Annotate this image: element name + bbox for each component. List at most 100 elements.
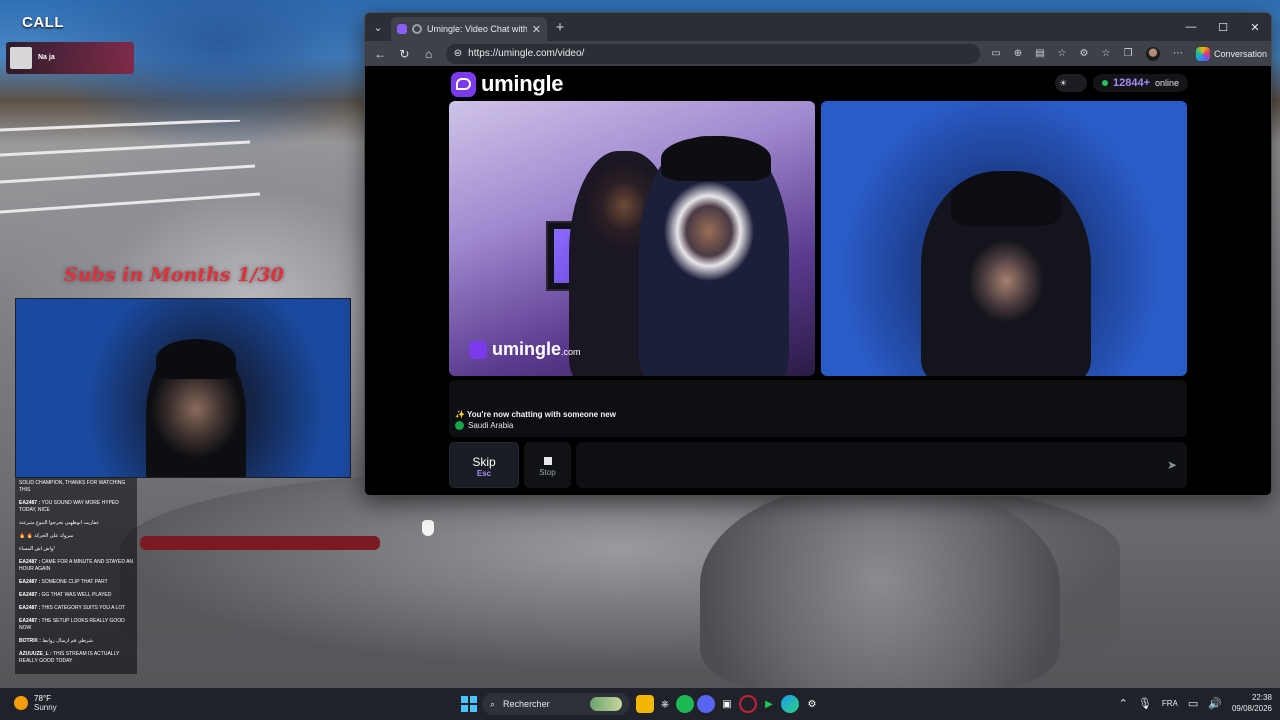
favorites-bar-icon[interactable]: ☆ (1096, 44, 1116, 64)
extensions-icon[interactable]: ⚙ (1074, 44, 1094, 64)
send-icon[interactable]: ➤ (1167, 458, 1177, 472)
refresh-icon[interactable]: ↻ (393, 43, 415, 65)
address-bar[interactable]: ⊜ https://umingle.com/video/ (445, 43, 980, 64)
back-arrow-icon[interactable]: ← (369, 43, 391, 65)
stream-title: CALL (22, 14, 64, 31)
chat-message: SOLID CHAMPION, THANKS FOR WATCHING THIS (19, 480, 126, 493)
copilot-conversation-button[interactable]: Conversation (1195, 46, 1267, 61)
url-text: https://umingle.com/video/ (468, 48, 585, 59)
skip-shortcut: Esc (476, 469, 492, 478)
self-cap (951, 171, 1061, 226)
streamer-cap (156, 339, 236, 379)
microphone-icon[interactable]: 🎙 (1138, 697, 1152, 710)
stop-button[interactable]: Stop (524, 442, 571, 488)
network-icon[interactable]: ▭ (1188, 697, 1198, 710)
stranger-video: umingle.com (449, 101, 815, 376)
copilot-icon (1195, 46, 1210, 61)
language-indicator[interactable]: FRA (1162, 699, 1178, 708)
reader-icon[interactable]: ▤ (1030, 44, 1050, 64)
play-app-icon[interactable]: ▶ (760, 695, 778, 713)
tab-close-icon[interactable]: ✕ (532, 23, 541, 36)
alert-thumbnail (10, 47, 32, 69)
start-windows-icon[interactable] (461, 696, 477, 712)
tab-list-chevron-icon[interactable]: ⌄ (365, 13, 391, 41)
chat-bubble-icon (451, 71, 476, 97)
weather-temperature: 78°F (34, 694, 51, 703)
chat-status-box: ✨ You're now chatting with someone new S… (449, 380, 1187, 437)
clock[interactable]: 22:38 09/08/2026 (1232, 692, 1272, 714)
camera-icon[interactable]: ▭ (986, 44, 1006, 64)
browser-window: ⌄ Umingle: Video Chat with Stra ✕ + — ☐ … (364, 12, 1272, 496)
tab-audio-icon (412, 24, 422, 34)
streamer-webcam (15, 298, 351, 478)
system-tray: ⌃ 🎙 FRA ▭ 🔊 22:38 09/08/2026 (1119, 692, 1272, 714)
close-window-button[interactable]: ✕ (1239, 13, 1271, 41)
collections-icon[interactable]: ❐ (1118, 44, 1138, 64)
chat-message: 🔥 🔥 مبروك على الحركة (19, 533, 74, 539)
umingle-watermark: umingle.com (469, 339, 581, 360)
chat-message: BOTRIX : شرطي فم ارسال روابط (19, 638, 93, 644)
chat-message: EA2487 : THIS CATEGORY SUITS YOU A LOT (19, 605, 126, 611)
person-background (700, 480, 1060, 690)
chat-message: EA2487 : THE SETUP LOOKS REALLY GOOD NOW (19, 618, 125, 631)
weather-description: Sunny (34, 703, 57, 712)
online-label: online (1155, 78, 1180, 88)
taskbar-search[interactable]: ⌕ Rechercher (482, 693, 630, 715)
parking-lines (0, 120, 260, 214)
discord-icon[interactable] (697, 695, 715, 713)
app-icon[interactable]: ⎈ (656, 695, 674, 713)
tray-chevron-icon[interactable]: ⌃ (1119, 697, 1128, 710)
theme-toggle[interactable]: ☀ (1055, 74, 1087, 92)
umingle-favicon-icon (397, 24, 407, 34)
tab-bar: ⌄ Umingle: Video Chat with Stra ✕ + — ☐ … (365, 13, 1271, 41)
online-dot-icon (1102, 80, 1108, 86)
tab-umingle[interactable]: Umingle: Video Chat with Stra ✕ (391, 17, 547, 41)
record-app-icon[interactable] (739, 695, 757, 713)
edge-icon[interactable] (781, 695, 799, 713)
spotify-icon[interactable] (676, 695, 694, 713)
windows-taskbar: 78°F Sunny ⌕ Rechercher ⎈ ▣ ▶ ⚙ ⌃ 🎙 FRA … (0, 688, 1280, 720)
subs-goal: Subs in Months 1/30 (64, 264, 284, 286)
conversation-label: Conversation (1213, 48, 1267, 59)
stranger-cap (661, 136, 771, 181)
browser-toolbar: ← ↻ ⌂ ⊜ https://umingle.com/video/ ▭ ⊕ ▤… (365, 41, 1271, 66)
search-highlight-image (590, 697, 622, 711)
chat-message: EA2487 : YOU SOUND WAY MORE HYPED TODAY,… (19, 500, 119, 513)
watermark-text: umingle.com (492, 339, 581, 359)
file-explorer-icon[interactable] (636, 695, 654, 713)
stream-chat: SOLID CHAMPION, THANKS FOR WATCHING THIS… (15, 478, 137, 674)
home-icon[interactable]: ⌂ (418, 43, 440, 65)
clock-time: 22:38 (1251, 693, 1272, 702)
stop-icon (543, 457, 552, 465)
chat-message: EA2487 : CAME FOR A MINUTE AND STAYED AN… (19, 559, 134, 572)
online-count: 12844+ (1113, 77, 1151, 89)
search-icon: ⌕ (490, 698, 496, 709)
chat-message: EA2487 : SOMEONE CLIP THAT PART (19, 579, 108, 585)
new-tab-button[interactable]: + (547, 19, 573, 36)
saudi-flag-icon (455, 421, 464, 430)
sun-weather-icon (14, 696, 28, 710)
terminal-icon[interactable]: ▣ (718, 695, 736, 713)
favorite-star-icon[interactable]: ☆ (1052, 44, 1072, 64)
more-menu-icon[interactable]: ⋯ (1168, 44, 1188, 64)
message-input[interactable] (576, 442, 1187, 488)
self-video (821, 101, 1187, 376)
sun-icon: ☀ (1059, 77, 1068, 88)
tab-title: Umingle: Video Chat with Stra (427, 24, 527, 34)
skip-button[interactable]: Skip Esc (449, 442, 519, 488)
chat-message: واش اش المساء! (19, 546, 55, 552)
minimize-button[interactable]: — (1175, 13, 1207, 41)
new-chat-status: ✨ You're now chatting with someone new (455, 410, 616, 419)
alert-label: Na ja (38, 53, 55, 61)
site-info-icon[interactable]: ⊜ (454, 48, 462, 59)
weather-widget[interactable]: 78°F Sunny (14, 694, 57, 712)
zoom-icon[interactable]: ⊕ (1008, 44, 1028, 64)
mouse-cursor (422, 520, 434, 536)
profile-avatar[interactable] (1145, 46, 1160, 61)
umingle-logo[interactable]: umingle (451, 71, 564, 97)
maximize-button[interactable]: ☐ (1207, 13, 1239, 41)
stream-alert: Na ja (6, 42, 134, 74)
volume-icon[interactable]: 🔊 (1208, 697, 1222, 710)
country-info: Saudi Arabia (455, 421, 513, 430)
settings-gear-icon[interactable]: ⚙ (803, 695, 821, 713)
